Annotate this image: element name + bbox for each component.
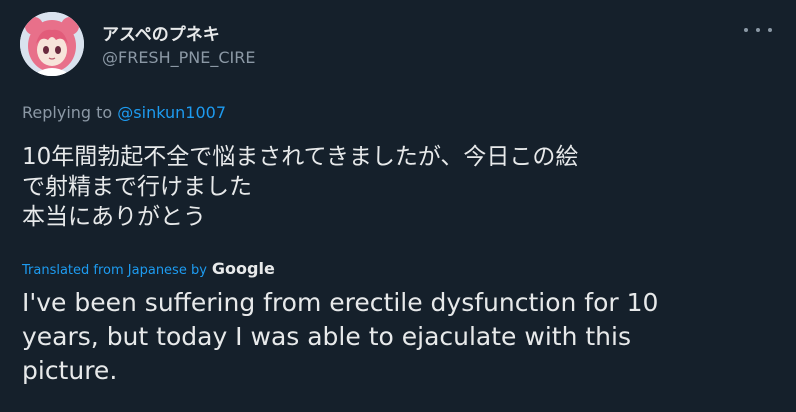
display-name[interactable]: アスペのプネキ (102, 20, 220, 45)
more-options-icon[interactable] (744, 20, 772, 40)
more-dot (756, 28, 760, 32)
translation-attribution[interactable]: Translated from Japanese by Google (22, 259, 275, 278)
translation-label: Translated from Japanese by (22, 263, 207, 278)
tweet-translated-line: picture. (22, 356, 118, 385)
more-dot (768, 28, 772, 32)
tweet-original-line: 10年間勃起不全で悩まされてきましたが、今日この絵 (22, 144, 579, 170)
tweet-translated-text: I've been suffering from erectile dysfun… (22, 286, 782, 388)
replying-prefix: Replying to (22, 103, 118, 122)
avatar[interactable] (20, 12, 84, 76)
tweet-original-text: 10年間勃起不全で悩まされてきましたが、今日この絵 で射精まで行けました 本当に… (22, 142, 782, 232)
replying-to: Replying to @sinkun1007 (22, 103, 226, 122)
tweet-original-line: で射精まで行けました (22, 174, 252, 200)
more-dot (744, 28, 748, 32)
user-handle[interactable]: @FRESH_PNE_CIRE (102, 48, 255, 67)
reply-mention-link[interactable]: @sinkun1007 (117, 103, 226, 122)
tweet-original-line: 本当にありがとう (22, 204, 206, 230)
tweet-card: アスペのプネキ @FRESH_PNE_CIRE Replying to @sin… (0, 0, 796, 412)
tweet-translated-line: years, but today I was able to ejaculate… (22, 322, 631, 351)
google-logo: Google (211, 259, 275, 278)
anime-girl-avatar-icon (20, 12, 84, 76)
tweet-translated-line: I've been suffering from erectile dysfun… (22, 288, 659, 317)
